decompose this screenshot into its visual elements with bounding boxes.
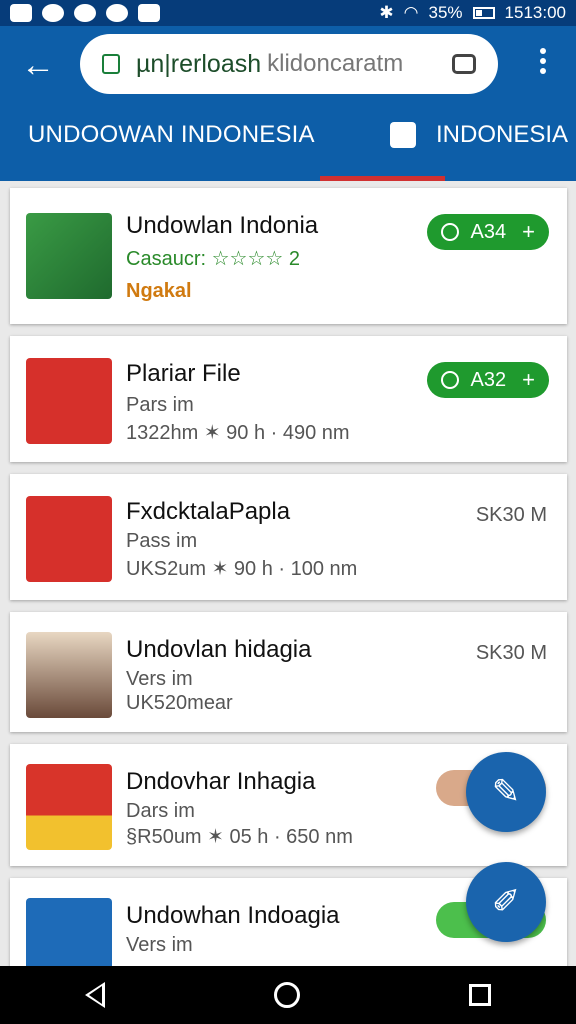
app-size: SK30 M [475, 642, 547, 664]
install-label: A32 [470, 368, 507, 391]
tab-indicator [320, 176, 445, 181]
chrome-icon [42, 4, 64, 22]
plus-icon: + [522, 219, 535, 244]
app-details: §R50um ✶ 05 h · 650 nm [126, 826, 353, 848]
app-title: Dndovhar Inhagia [126, 768, 316, 795]
app-version: Pars im [126, 394, 194, 416]
app-title: Plariar File [126, 360, 241, 387]
clipboard-icon [102, 54, 120, 74]
more-options-icon[interactable] [528, 44, 558, 84]
list-item[interactable]: Plariar File Pars im 1322hm ✶ 90 h · 490… [10, 336, 567, 462]
clock-icon [440, 223, 459, 241]
search-query: µn|rerloash [136, 49, 262, 78]
install-button[interactable]: A32 + [426, 362, 549, 398]
wifi-icon: ◠ [403, 3, 419, 22]
app-version: Vers im [126, 934, 193, 956]
app-thumbnail [26, 632, 112, 718]
install-button[interactable]: A34 + [426, 214, 549, 250]
edit-off-icon: ✐ [491, 883, 521, 921]
search-rest: klidoncaratm [267, 50, 404, 77]
app-size: SK30 M [475, 504, 547, 526]
notification-icons [10, 4, 160, 22]
battery-icon [472, 7, 495, 19]
app-details: UK520mear [126, 692, 233, 714]
tab-indonesia[interactable]: INDONESIA [390, 121, 568, 149]
back-arrow-icon[interactable]: ← [18, 46, 58, 86]
app-thumbnail [26, 358, 112, 444]
install-label: A34 [470, 220, 507, 243]
list-item[interactable]: Undovlan hidagia Vers im UK520mear SK30 … [10, 612, 567, 732]
search-input[interactable]: µn|rerloash klidoncaratm [80, 34, 498, 94]
nav-home-icon[interactable] [273, 982, 300, 1008]
gallery-icon [10, 4, 32, 22]
app-version: Pass im [126, 530, 198, 552]
app-title: Undowlan Indonia [126, 212, 319, 239]
app-version: Vers im [126, 668, 193, 690]
edit-fab[interactable]: ✎ [466, 752, 546, 832]
plus-icon: + [522, 367, 535, 392]
app-version: Dars im [126, 800, 195, 822]
app-details: 1322hm ✶ 90 h · 490 nm [126, 422, 350, 444]
app-title: Undowhan Indoagia [126, 902, 340, 929]
folder-icon [390, 122, 416, 148]
tabs-icon[interactable] [452, 54, 476, 74]
app-thumbnail [26, 496, 112, 582]
nav-recents-icon[interactable] [469, 984, 492, 1006]
compose-fab[interactable]: ✐ [466, 862, 546, 942]
check-icon [138, 4, 160, 22]
list-item[interactable]: Undowlan Indonia Casaucr: ☆☆☆☆ 2 Ngakal … [10, 188, 567, 324]
status-bar: ✱ ◠ 35% 1513:00 [0, 0, 576, 26]
bluetooth-icon [74, 4, 96, 22]
nav-back-icon[interactable] [84, 982, 105, 1008]
system-nav-bar [0, 966, 576, 1024]
app-details: UKS2um ✶ 90 h · 100 nm [126, 558, 358, 580]
tab-undoowan-indonesia[interactable]: UNDOOWAN INDONESIA [28, 121, 315, 149]
cloud-icon [106, 4, 128, 22]
clock: 1513:00 [504, 3, 566, 22]
app-thumbnail [26, 213, 112, 299]
app-rating: Casaucr: ☆☆☆☆ 2 [126, 248, 300, 270]
app-title: FxdcktalaPapla [126, 498, 291, 525]
app-developer: Ngakal [126, 280, 192, 302]
app-thumbnail [26, 764, 112, 850]
pencil-icon: ✎ [491, 773, 521, 811]
app-bar: ← µn|rerloash klidoncaratm UNDOOWAN INDO… [0, 26, 576, 181]
battery-percent: 35% [428, 3, 463, 22]
list-item[interactable]: FxdcktalaPapla Pass im UKS2um ✶ 90 h · 1… [10, 474, 567, 600]
clock-icon [440, 371, 459, 389]
bluetooth-status-icon: ✱ [379, 3, 394, 22]
app-title: Undovlan hidagia [126, 636, 312, 663]
tab-indonesia-label: INDONESIA [436, 121, 569, 148]
